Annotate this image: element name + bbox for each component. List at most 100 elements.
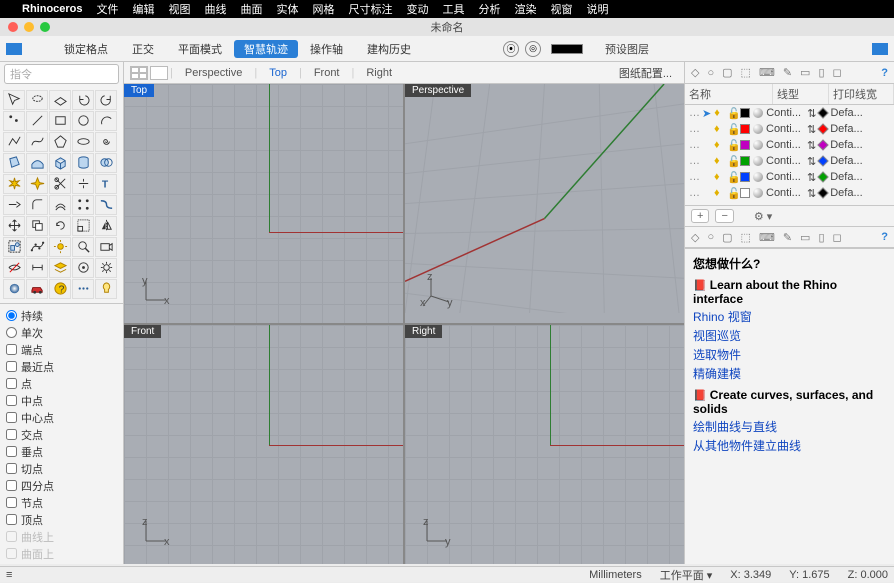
osnap-end[interactable]: 端点 [6,342,117,358]
osnap-single[interactable]: 单次 [6,325,117,341]
menu-dim[interactable]: 尺寸标注 [349,1,393,17]
properties-tool[interactable] [72,258,94,278]
osnap-tan[interactable]: 切点 [6,461,117,477]
menu-edit[interactable]: 编辑 [133,1,155,17]
properties-icon[interactable]: ○ [707,231,714,243]
target-icon[interactable]: ◎ [525,41,541,57]
sun-tool[interactable] [49,237,71,257]
col-printwidth[interactable]: 打印线宽 [829,84,894,104]
remove-layer-button[interactable]: − [715,209,733,223]
gumball-toggle[interactable]: 操作轴 [298,41,355,57]
tab-perspective[interactable]: Perspective [173,67,254,79]
layer-row[interactable]: …♦🔓Conti...⇅Defa... [685,137,894,153]
panel-icon[interactable]: ▯ [818,66,824,79]
camera-icon[interactable]: ⌨ [759,66,775,79]
show-points-tool[interactable] [26,237,48,257]
display-icon[interactable]: ▭ [800,66,810,79]
tab-top[interactable]: Top [257,67,299,79]
rect-tool[interactable] [49,111,71,131]
zoom-tool[interactable] [72,237,94,257]
move-tool[interactable] [3,216,25,236]
panel-icon[interactable]: ▯ [818,231,824,244]
color-swatch[interactable] [551,44,583,54]
layer-row[interactable]: …♦🔓Conti...⇅Defa... [685,169,894,185]
layer-row[interactable]: …♦🔓Conti...⇅Defa... [685,121,894,137]
mirror-tool[interactable] [95,216,117,236]
window-icon[interactable]: ◻ [833,231,842,244]
box-tool[interactable] [49,153,71,173]
polyline-tool[interactable] [3,132,25,152]
osnap-near[interactable]: 最近点 [6,359,117,375]
group-tool[interactable] [3,237,25,257]
gear-icon[interactable]: ⚙︎ ▾ [754,210,772,223]
menu-tools[interactable]: 工具 [443,1,465,17]
bulb-tool[interactable] [95,279,117,299]
layer-tool[interactable] [49,258,71,278]
trim-tool[interactable] [49,174,71,194]
options-tool[interactable] [95,258,117,278]
status-units[interactable]: Millimeters [589,569,642,581]
notes-icon[interactable]: ✎ [783,231,792,244]
history-toggle[interactable]: 建构历史 [355,41,423,57]
viewport-right[interactable]: Right yz [405,325,684,564]
osnap-cen[interactable]: 中心点 [6,410,117,426]
render-tool[interactable] [3,279,25,299]
command-input[interactable]: 指令 [4,64,119,84]
split-tool[interactable] [72,174,94,194]
window-icon[interactable]: ◻ [833,66,842,79]
menu-solid[interactable]: 实体 [277,1,299,17]
help-link[interactable]: 绘制曲线与直线 [693,418,886,435]
viewport-label[interactable]: Top [124,84,154,97]
cplane2-icon[interactable] [872,43,888,55]
app-name[interactable]: Rhinoceros [22,3,83,15]
notes-icon[interactable]: ✎ [783,66,792,79]
tab-front[interactable]: Front [302,67,352,79]
close-icon[interactable] [8,22,18,32]
point-tool[interactable] [3,111,25,131]
cube-icon[interactable]: ⬚ [741,231,751,244]
menu-surface[interactable]: 曲面 [241,1,263,17]
box-icon[interactable]: ▢ [722,231,732,244]
text-tool[interactable]: T [95,174,117,194]
more-tool[interactable] [72,279,94,299]
layers-icon[interactable]: ◇ [691,66,699,79]
osnap-perp[interactable]: 垂点 [6,444,117,460]
viewport-top[interactable]: Top xy [124,84,403,323]
osnap-continue[interactable]: 持续 [6,308,117,324]
col-linetype[interactable]: 线型 [773,84,829,104]
help-link[interactable]: Rhino 视窗 [693,308,886,325]
camera-icon[interactable]: ⌨ [759,231,775,244]
help-link[interactable]: 精确建模 [693,365,886,382]
circle-tool[interactable] [72,111,94,131]
zoom-icon[interactable] [40,22,50,32]
layer-row[interactable]: …➤♦🔓Conti...⇅Defa... [685,105,894,121]
rotate-tool[interactable] [49,216,71,236]
planar-toggle[interactable]: 平面模式 [166,41,234,57]
blend-crv-tool[interactable] [95,195,117,215]
four-view-icon[interactable] [130,66,148,80]
add-layer-button[interactable]: + [691,209,709,223]
redo-tool[interactable] [95,90,117,110]
menu-transform[interactable]: 变动 [407,1,429,17]
extend-tool[interactable] [3,195,25,215]
copy-tool[interactable] [26,216,48,236]
viewport-label[interactable]: Right [405,325,442,338]
offset-tool[interactable] [49,195,71,215]
polygon-tool[interactable] [49,132,71,152]
car-tool[interactable] [26,279,48,299]
smarttrack-toggle[interactable]: 智慧轨迹 [234,40,298,58]
osnap-point[interactable]: 点 [6,376,117,392]
help-link[interactable]: 从其他物件建立曲线 [693,437,886,454]
osnap-knot[interactable]: 节点 [6,495,117,511]
boolean-tool[interactable] [95,153,117,173]
menu-view[interactable]: 视图 [169,1,191,17]
menu-curve[interactable]: 曲线 [205,1,227,17]
current-layer-label[interactable]: 预设图层 [605,41,715,57]
scale-tool[interactable] [72,216,94,236]
help-tool[interactable]: ? [49,279,71,299]
surface-edge-tool[interactable] [26,153,48,173]
ellipse-tool[interactable] [72,132,94,152]
help-link[interactable]: 视图巡览 [693,327,886,344]
minimize-icon[interactable] [24,22,34,32]
display-icon[interactable]: ▭ [800,231,810,244]
